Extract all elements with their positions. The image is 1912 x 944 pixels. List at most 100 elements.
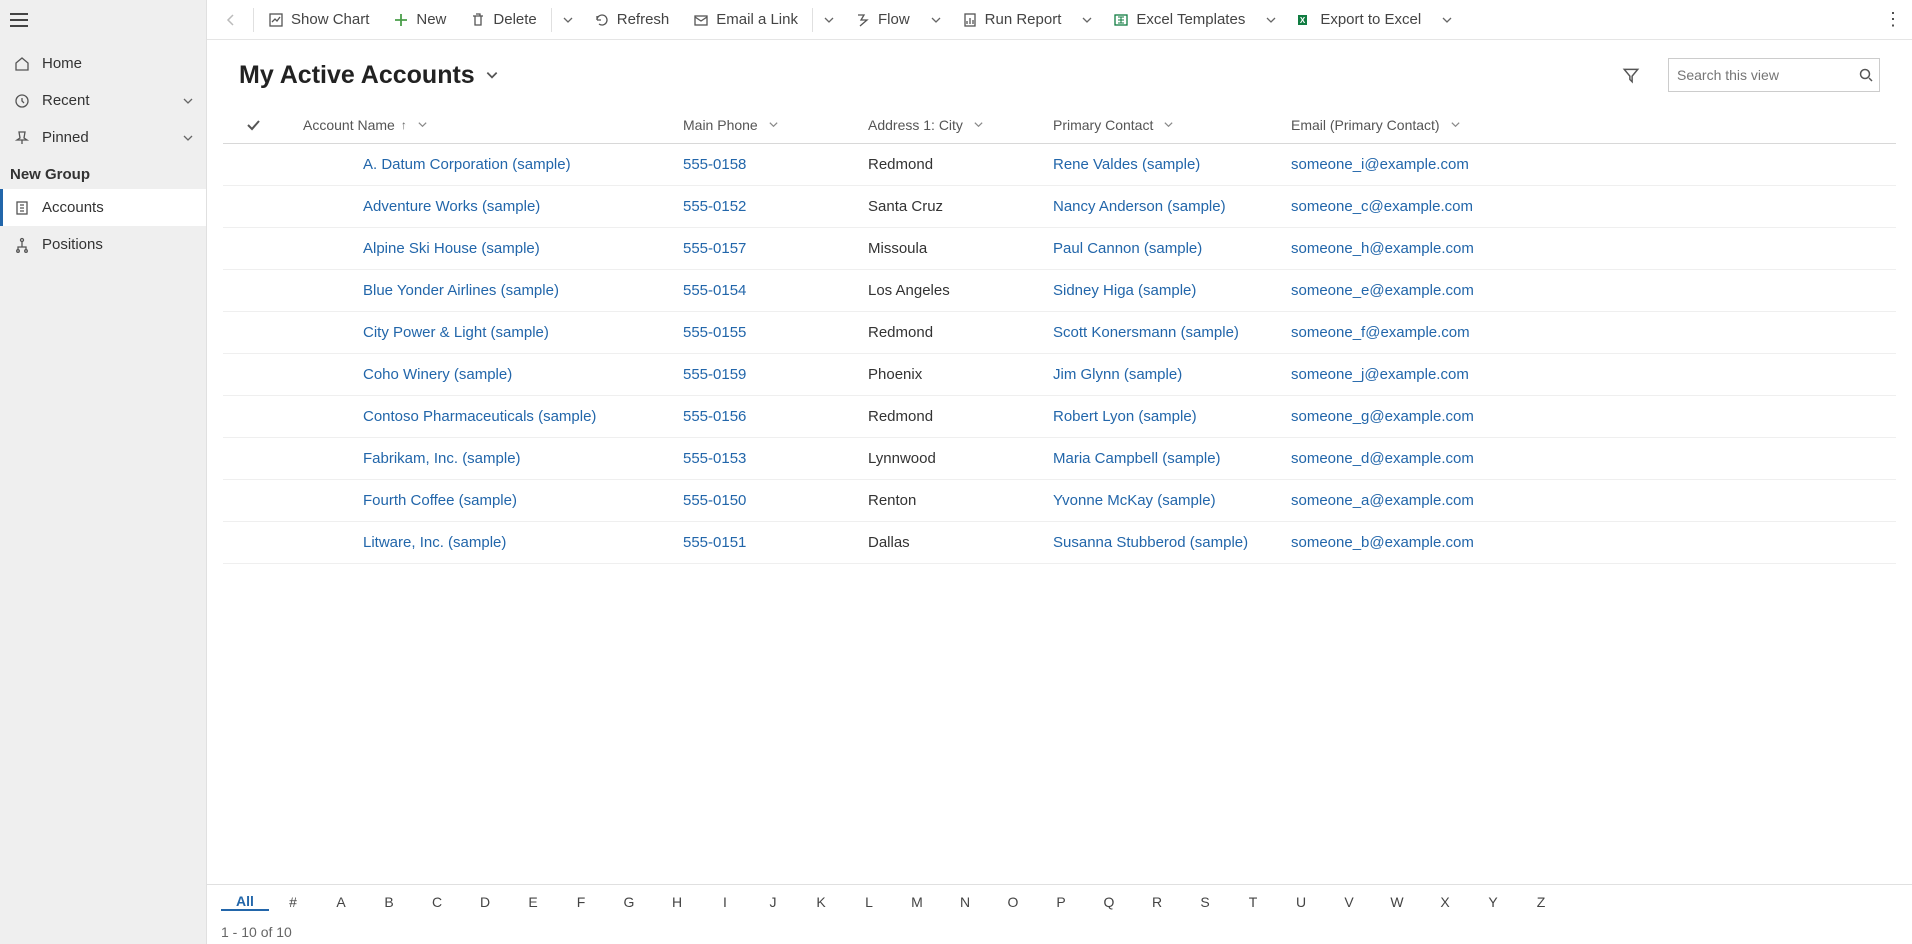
select-all-column[interactable] (223, 117, 283, 133)
alpha-index-item[interactable]: X (1421, 894, 1469, 910)
table-row[interactable]: Adventure Works (sample)555-0152Santa Cr… (223, 186, 1896, 228)
alpha-index-item[interactable]: J (749, 894, 797, 910)
cell-account-name[interactable]: Alpine Ski House (sample) (283, 240, 683, 257)
cell-main-phone[interactable]: 555-0155 (683, 324, 868, 341)
alpha-index-item[interactable]: U (1277, 894, 1325, 910)
more-commands-button[interactable]: ⋮ (1878, 9, 1908, 30)
column-menu-chevron-icon[interactable] (1450, 119, 1461, 130)
email-split-chevron[interactable] (815, 14, 843, 26)
excel-templates-button[interactable]: Excel Templates (1101, 0, 1257, 40)
alpha-index-item[interactable]: B (365, 894, 413, 910)
cell-main-phone[interactable]: 555-0159 (683, 366, 868, 383)
cell-email[interactable]: someone_f@example.com (1291, 324, 1551, 341)
cell-primary-contact[interactable]: Rene Valdes (sample) (1053, 156, 1291, 173)
refresh-button[interactable]: Refresh (582, 0, 682, 40)
sidebar-item-positions[interactable]: Positions (0, 226, 206, 263)
run-report-button[interactable]: Run Report (950, 0, 1074, 40)
cell-email[interactable]: someone_c@example.com (1291, 198, 1551, 215)
view-selector-chevron-icon[interactable] (485, 68, 499, 82)
cell-account-name[interactable]: Coho Winery (sample) (283, 366, 683, 383)
table-row[interactable]: Fourth Coffee (sample)555-0150RentonYvon… (223, 480, 1896, 522)
view-title[interactable]: My Active Accounts (239, 61, 475, 90)
cell-email[interactable]: someone_b@example.com (1291, 534, 1551, 551)
delete-split-chevron[interactable] (554, 14, 582, 26)
alpha-index-item[interactable]: G (605, 894, 653, 910)
cell-main-phone[interactable]: 555-0154 (683, 282, 868, 299)
alpha-index-item[interactable]: O (989, 894, 1037, 910)
cell-primary-contact[interactable]: Scott Konersmann (sample) (1053, 324, 1291, 341)
cell-primary-contact[interactable]: Yvonne McKay (sample) (1053, 492, 1291, 509)
alpha-index-item[interactable]: V (1325, 894, 1373, 910)
alpha-index-item[interactable]: S (1181, 894, 1229, 910)
cell-main-phone[interactable]: 555-0158 (683, 156, 868, 173)
cell-main-phone[interactable]: 555-0151 (683, 534, 868, 551)
report-split-chevron[interactable] (1073, 14, 1101, 26)
column-menu-chevron-icon[interactable] (1163, 119, 1174, 130)
new-button[interactable]: New (381, 0, 458, 40)
cell-primary-contact[interactable]: Sidney Higa (sample) (1053, 282, 1291, 299)
alpha-index-item[interactable]: L (845, 894, 893, 910)
flow-split-chevron[interactable] (922, 14, 950, 26)
alpha-index-item[interactable]: R (1133, 894, 1181, 910)
cell-account-name[interactable]: City Power & Light (sample) (283, 324, 683, 341)
alpha-index-item[interactable]: K (797, 894, 845, 910)
excel-templates-split-chevron[interactable] (1257, 14, 1285, 26)
cell-account-name[interactable]: A. Datum Corporation (sample) (283, 156, 683, 173)
search-icon[interactable] (1858, 67, 1874, 83)
hamburger-icon[interactable] (10, 13, 28, 27)
column-header-main-phone[interactable]: Main Phone (683, 117, 868, 133)
alpha-index-item[interactable]: I (701, 894, 749, 910)
alpha-index-item[interactable]: D (461, 894, 509, 910)
table-row[interactable]: Coho Winery (sample)555-0159PhoenixJim G… (223, 354, 1896, 396)
cell-email[interactable]: someone_e@example.com (1291, 282, 1551, 299)
table-row[interactable]: Blue Yonder Airlines (sample)555-0154Los… (223, 270, 1896, 312)
cell-primary-contact[interactable]: Jim Glynn (sample) (1053, 366, 1291, 383)
filter-icon[interactable] (1622, 66, 1640, 84)
alpha-index-item[interactable]: All (221, 893, 269, 911)
export-excel-button[interactable]: X Export to Excel (1285, 0, 1433, 40)
alpha-index-item[interactable]: P (1037, 894, 1085, 910)
table-row[interactable]: Fabrikam, Inc. (sample)555-0153LynnwoodM… (223, 438, 1896, 480)
column-header-email[interactable]: Email (Primary Contact) (1291, 117, 1551, 133)
cell-primary-contact[interactable]: Robert Lyon (sample) (1053, 408, 1291, 425)
export-excel-split-chevron[interactable] (1433, 14, 1461, 26)
alpha-index-item[interactable]: N (941, 894, 989, 910)
column-header-city[interactable]: Address 1: City (868, 117, 1053, 133)
cell-primary-contact[interactable]: Susanna Stubberod (sample) (1053, 534, 1291, 551)
delete-button[interactable]: Delete (458, 0, 548, 40)
flow-button[interactable]: Flow (843, 0, 922, 40)
cell-email[interactable]: someone_h@example.com (1291, 240, 1551, 257)
cell-main-phone[interactable]: 555-0157 (683, 240, 868, 257)
cell-email[interactable]: someone_g@example.com (1291, 408, 1551, 425)
email-link-button[interactable]: Email a Link (681, 0, 810, 40)
cell-email[interactable]: someone_i@example.com (1291, 156, 1551, 173)
alpha-index-item[interactable]: Y (1469, 894, 1517, 910)
alpha-index-item[interactable]: E (509, 894, 557, 910)
cell-primary-contact[interactable]: Maria Campbell (sample) (1053, 450, 1291, 467)
search-input[interactable] (1677, 67, 1858, 83)
cell-main-phone[interactable]: 555-0150 (683, 492, 868, 509)
cell-email[interactable]: someone_j@example.com (1291, 366, 1551, 383)
table-row[interactable]: Contoso Pharmaceuticals (sample)555-0156… (223, 396, 1896, 438)
cell-account-name[interactable]: Fabrikam, Inc. (sample) (283, 450, 683, 467)
back-button[interactable] (211, 12, 251, 28)
cell-email[interactable]: someone_a@example.com (1291, 492, 1551, 509)
column-menu-chevron-icon[interactable] (768, 119, 779, 130)
alpha-index-item[interactable]: C (413, 894, 461, 910)
alpha-index-item[interactable]: Z (1517, 894, 1565, 910)
sidebar-item-pinned[interactable]: Pinned (0, 119, 206, 156)
table-row[interactable]: Litware, Inc. (sample)555-0151DallasSusa… (223, 522, 1896, 564)
sidebar-item-home[interactable]: Home (0, 45, 206, 82)
search-box[interactable] (1668, 58, 1880, 92)
cell-account-name[interactable]: Litware, Inc. (sample) (283, 534, 683, 551)
table-row[interactable]: City Power & Light (sample)555-0155Redmo… (223, 312, 1896, 354)
cell-account-name[interactable]: Contoso Pharmaceuticals (sample) (283, 408, 683, 425)
sidebar-item-accounts[interactable]: Accounts (0, 189, 206, 226)
cell-primary-contact[interactable]: Nancy Anderson (sample) (1053, 198, 1291, 215)
alpha-index-item[interactable]: T (1229, 894, 1277, 910)
show-chart-button[interactable]: Show Chart (256, 0, 381, 40)
alpha-index-item[interactable]: H (653, 894, 701, 910)
column-header-account-name[interactable]: Account Name ↑ (283, 117, 683, 133)
column-menu-chevron-icon[interactable] (417, 119, 428, 130)
cell-account-name[interactable]: Adventure Works (sample) (283, 198, 683, 215)
